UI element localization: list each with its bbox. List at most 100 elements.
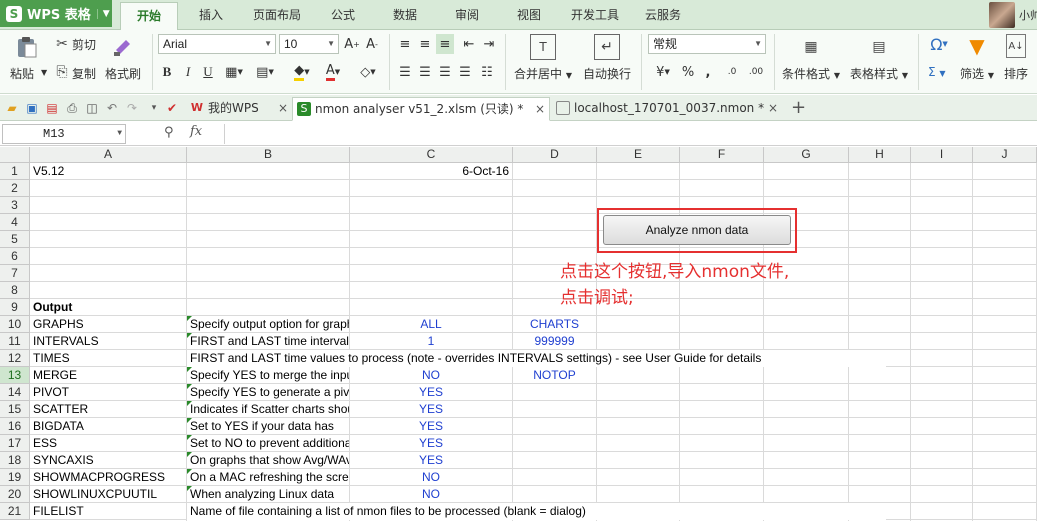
- cell-b15[interactable]: Indicates if Scatter charts should: [187, 401, 349, 418]
- tab-cloud[interactable]: 云服务: [634, 0, 692, 30]
- close-icon[interactable]: ×: [768, 97, 778, 119]
- cell-c15[interactable]: YES: [350, 401, 512, 418]
- row-header-9[interactable]: 9: [0, 299, 30, 316]
- row-header-13[interactable]: 13: [0, 367, 30, 384]
- bold-button[interactable]: B: [158, 62, 176, 82]
- cell-c10[interactable]: ALL: [350, 316, 512, 333]
- cell-a9[interactable]: Output: [30, 299, 186, 316]
- cell-a14[interactable]: PIVOT: [30, 384, 186, 401]
- sort-button[interactable]: 排序: [1004, 65, 1028, 82]
- align-left-icon[interactable]: ☰: [396, 62, 414, 82]
- column-header-e[interactable]: E: [597, 147, 680, 163]
- copy-button[interactable]: 复制: [72, 65, 96, 82]
- spreadsheet-grid[interactable]: ABCDEFGHIJ 1 2 3 4 5 6 7 8 9 10 11 12 13 14 15 16 17 18 19…: [0, 147, 1037, 521]
- cell-c18[interactable]: YES: [350, 452, 512, 469]
- row-header-19[interactable]: 19: [0, 469, 30, 486]
- tab-nmon-file[interactable]: localhost_170701_0037.nmon * ×: [552, 97, 782, 121]
- row-header-12[interactable]: 12: [0, 350, 30, 367]
- currency-icon[interactable]: ¥ ▼: [650, 62, 676, 82]
- select-all-corner[interactable]: [0, 147, 30, 163]
- cell-b18[interactable]: On graphs that show Avg/WAvg: [187, 452, 349, 469]
- cell-b21[interactable]: Name of file containing a list of nmon f…: [187, 503, 886, 520]
- font-size-select[interactable]: 10 ▼: [279, 34, 339, 54]
- column-header-g[interactable]: G: [764, 147, 849, 163]
- column-header-i[interactable]: I: [911, 147, 973, 163]
- cell-c1[interactable]: 6-Oct-16: [350, 163, 512, 180]
- row-header-11[interactable]: 11: [0, 333, 30, 350]
- column-header-d[interactable]: D: [513, 147, 597, 163]
- fill-color-icon[interactable]: ◆ ▼: [288, 62, 316, 82]
- cell-a13[interactable]: MERGE: [30, 367, 186, 384]
- cell-c13[interactable]: NO: [350, 367, 512, 384]
- align-right-icon[interactable]: ☰: [436, 62, 454, 82]
- sort-icon[interactable]: A↓: [1006, 34, 1026, 58]
- cell-b20[interactable]: When analyzing Linux data: [187, 486, 349, 503]
- fx-icon[interactable]: fx: [190, 124, 202, 139]
- cell-a16[interactable]: BIGDATA: [30, 418, 186, 435]
- row-header-2[interactable]: 2: [0, 180, 30, 197]
- row-header-18[interactable]: 18: [0, 452, 30, 469]
- export-pdf-icon[interactable]: ▤: [44, 100, 60, 116]
- align-bottom-icon[interactable]: ≡: [436, 34, 454, 54]
- zoom-icon[interactable]: ⚲: [164, 125, 174, 140]
- cell-b13[interactable]: Specify YES to merge the input: [187, 367, 349, 384]
- row-header-5[interactable]: 5: [0, 231, 30, 248]
- new-tab-icon[interactable]: +: [791, 97, 806, 119]
- clear-format-icon[interactable]: ◇ ▼: [354, 62, 382, 82]
- cell-a12[interactable]: TIMES: [30, 350, 186, 367]
- cell-a15[interactable]: SCATTER: [30, 401, 186, 418]
- cell-c19[interactable]: NO: [350, 469, 512, 486]
- paste-icon[interactable]: [14, 34, 40, 60]
- cell-b14[interactable]: Specify YES to generate a pivot: [187, 384, 349, 401]
- increase-decimal-icon[interactable]: .0: [724, 62, 740, 82]
- cell-c20[interactable]: NO: [350, 486, 512, 503]
- row-header-3[interactable]: 3: [0, 197, 30, 214]
- auto-wrap-button[interactable]: 自动换行: [583, 65, 631, 82]
- print-icon[interactable]: ⎙: [64, 100, 80, 116]
- cell-a10[interactable]: GRAPHS: [30, 316, 186, 333]
- row-header-16[interactable]: 16: [0, 418, 30, 435]
- cell-b12[interactable]: FIRST and LAST time values to process (n…: [187, 350, 886, 367]
- decrease-indent-icon[interactable]: ⇤: [460, 34, 478, 54]
- open-folder-icon[interactable]: ▰: [4, 100, 20, 116]
- format-painter-button[interactable]: 格式刷: [105, 65, 141, 82]
- cell-a18[interactable]: SYNCAXIS: [30, 452, 186, 469]
- cell-b10[interactable]: Specify output option for graphs: [187, 316, 349, 333]
- cell-b11[interactable]: FIRST and LAST time intervals: [187, 333, 349, 350]
- cell-a17[interactable]: ESS: [30, 435, 186, 452]
- row-header-17[interactable]: 17: [0, 435, 30, 452]
- cell-d13[interactable]: NOTOP: [513, 367, 596, 384]
- format-painter-icon[interactable]: [110, 34, 136, 60]
- increase-font-button[interactable]: A +: [343, 34, 361, 54]
- row-header-1[interactable]: 1: [0, 163, 30, 180]
- user-area[interactable]: 小帅: [989, 0, 1037, 30]
- paste-button[interactable]: 粘贴: [10, 65, 34, 82]
- cell-a11[interactable]: INTERVALS: [30, 333, 186, 350]
- cell-a20[interactable]: SHOWLINUXCPUUTIL: [30, 486, 186, 503]
- tab-view[interactable]: 视图: [504, 0, 554, 30]
- comma-button[interactable]: ,: [700, 62, 716, 82]
- avatar[interactable]: [989, 2, 1015, 28]
- cell-a1[interactable]: V5.12: [30, 163, 186, 180]
- cut-button[interactable]: 剪切: [72, 36, 96, 53]
- font-color-icon[interactable]: A ▼: [320, 62, 346, 82]
- formula-input[interactable]: [224, 124, 1034, 144]
- tab-insert[interactable]: 插入: [186, 0, 236, 30]
- column-header-f[interactable]: F: [680, 147, 764, 163]
- align-top-icon[interactable]: ≡: [396, 34, 414, 54]
- row-header-15[interactable]: 15: [0, 401, 30, 418]
- pin-icon[interactable]: ✔: [164, 100, 180, 116]
- merge-center-icon[interactable]: T: [530, 34, 556, 60]
- wrap-text-icon[interactable]: ↵: [594, 34, 620, 60]
- increase-indent-icon[interactable]: ⇥: [480, 34, 498, 54]
- close-icon[interactable]: ×: [535, 98, 545, 120]
- column-header-a[interactable]: A: [30, 147, 187, 163]
- tab-nmon-analyser[interactable]: S nmon analyser v51_2.xlsm (只读) * ×: [292, 97, 550, 121]
- row-header-14[interactable]: 14: [0, 384, 30, 401]
- tab-data[interactable]: 数据: [380, 0, 430, 30]
- border-icon[interactable]: ▦ ▼: [222, 62, 246, 82]
- redo-icon[interactable]: ↷: [124, 100, 140, 116]
- row-header-6[interactable]: 6: [0, 248, 30, 265]
- cell-b19[interactable]: On a MAC refreshing the screen: [187, 469, 349, 486]
- filter-button[interactable]: 筛选 ▼: [960, 65, 994, 82]
